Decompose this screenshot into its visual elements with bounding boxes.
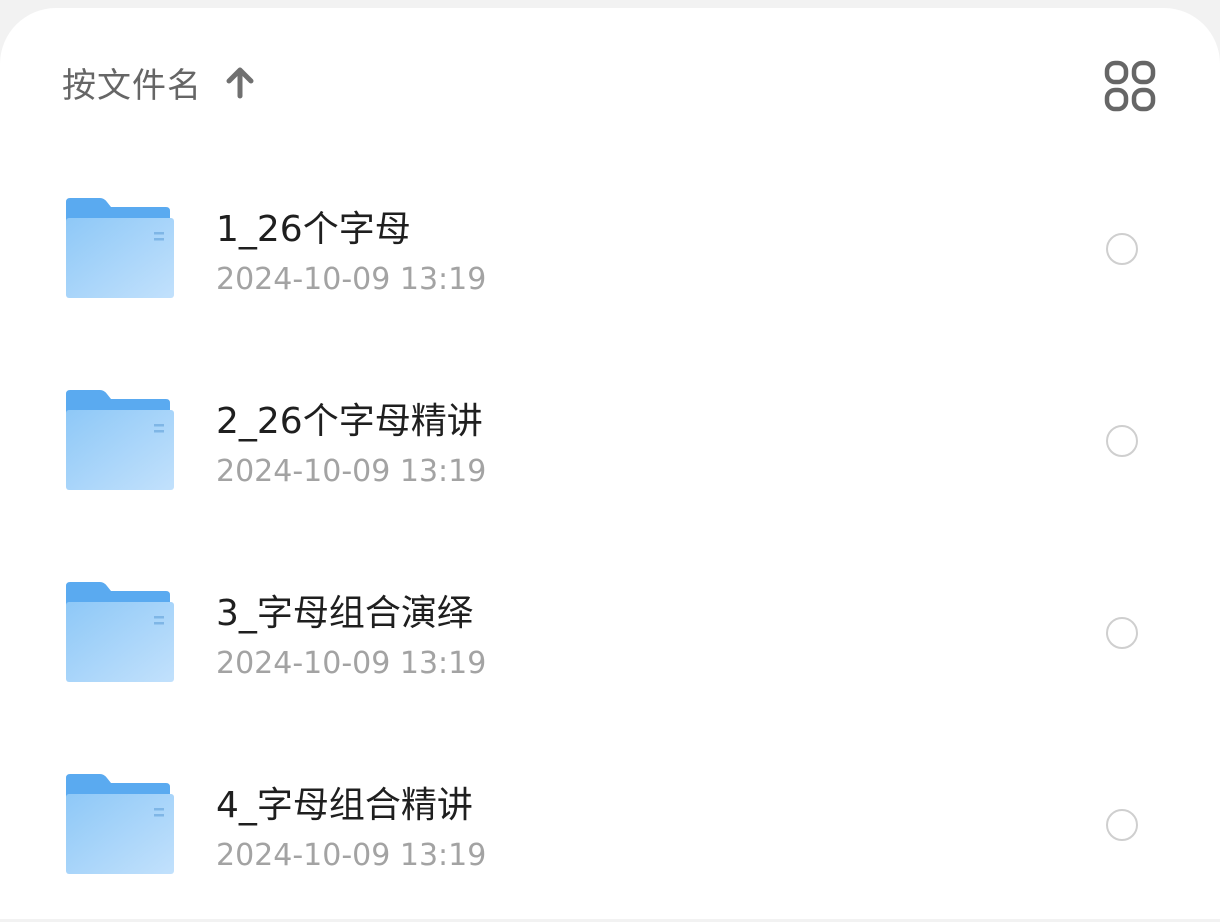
file-list: 1_26个字母 2024-10-09 13:19 2_26个字母精讲 2024-…	[0, 154, 1220, 922]
folder-icon	[64, 198, 176, 302]
file-name: 2_26个字母精讲	[216, 401, 483, 442]
select-radio[interactable]	[1106, 617, 1138, 649]
select-radio[interactable]	[1106, 425, 1138, 457]
list-item[interactable]: 4_字母组合精讲 2024-10-09 13:19	[0, 730, 1220, 922]
file-date: 2024-10-09 13:19	[216, 262, 487, 297]
grid-view-icon[interactable]	[1102, 58, 1158, 114]
file-browser-sheet: 按文件名 1_26个字母 2024-10-09 13:19 2_26个字母精讲 …	[0, 8, 1220, 919]
sort-label: 按文件名	[62, 65, 202, 106]
file-date: 2024-10-09 13:19	[216, 838, 487, 873]
select-radio[interactable]	[1106, 233, 1138, 265]
file-name: 1_26个字母	[216, 209, 411, 250]
select-radio[interactable]	[1106, 809, 1138, 841]
file-date: 2024-10-09 13:19	[216, 454, 487, 489]
sort-by-name-button[interactable]: 按文件名	[62, 56, 258, 108]
folder-icon	[64, 774, 176, 878]
list-item[interactable]: 3_字母组合演绎 2024-10-09 13:19	[0, 538, 1220, 730]
file-name: 3_字母组合演绎	[216, 593, 473, 634]
list-item[interactable]: 1_26个字母 2024-10-09 13:19	[0, 154, 1220, 346]
folder-icon	[64, 390, 176, 494]
arrow-up-icon	[222, 64, 258, 100]
file-name: 4_字母组合精讲	[216, 785, 473, 826]
file-date: 2024-10-09 13:19	[216, 646, 487, 681]
list-item[interactable]: 2_26个字母精讲 2024-10-09 13:19	[0, 346, 1220, 538]
folder-icon	[64, 582, 176, 686]
